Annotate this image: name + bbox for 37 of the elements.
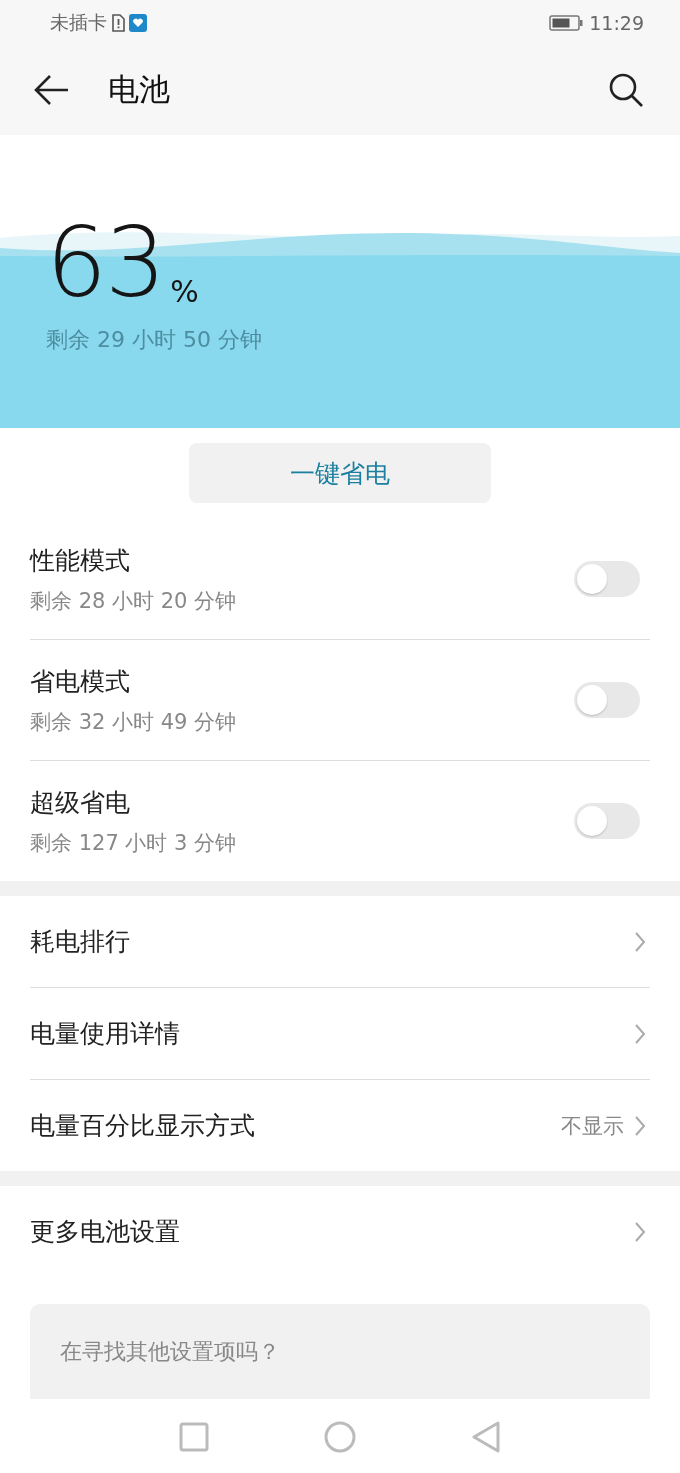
suggestion-text: 在寻找其他设置项吗？ [60, 1337, 280, 1366]
app-notification-icon [129, 13, 147, 32]
battery-percent: 63 [46, 215, 165, 311]
settings-row[interactable]: 电量百分比显示方式 不显示 [30, 1080, 650, 1171]
back-icon[interactable] [471, 1420, 501, 1453]
chevron-icon [634, 1220, 646, 1243]
mode-title: 省电模式 [30, 665, 131, 698]
chevron-icon [634, 1022, 646, 1045]
mode-title: 超级省电 [30, 786, 131, 819]
remaining-time: 剩余 29 小时 50 分钟 [46, 326, 263, 354]
row-label: 耗电排行 [30, 926, 130, 958]
sim-alert-icon [111, 13, 125, 32]
row-label: 电量使用详情 [30, 1018, 180, 1050]
page-title: 电池 [108, 70, 171, 109]
toggle-switch[interactable] [574, 561, 640, 597]
toggle-switch[interactable] [574, 803, 640, 839]
battery-icon [549, 14, 584, 31]
power-save-button[interactable]: 一键省电 [189, 443, 491, 503]
carrier-text: 未插卡 [50, 9, 107, 35]
recent-apps-icon[interactable] [179, 1421, 209, 1452]
mode-remaining: 剩余 127 小时 3 分钟 [30, 829, 237, 857]
home-icon[interactable] [324, 1420, 356, 1453]
mode-remaining: 剩余 32 小时 49 分钟 [30, 708, 237, 736]
mode-remaining: 剩余 28 小时 20 分钟 [30, 587, 237, 615]
chevron-icon [634, 1114, 646, 1137]
row-label: 更多电池设置 [30, 1216, 180, 1248]
settings-row[interactable]: 耗电排行 [30, 896, 650, 988]
row-label: 电量百分比显示方式 [30, 1110, 255, 1142]
percent-sign: % [170, 274, 199, 309]
toggle-switch[interactable] [574, 682, 640, 718]
mode-title: 性能模式 [30, 544, 131, 577]
back-arrow-icon[interactable] [34, 74, 70, 106]
search-icon[interactable] [608, 72, 644, 108]
row-value: 不显示 [561, 1112, 624, 1140]
chevron-icon [634, 930, 646, 953]
clock-time: 11:29 [589, 11, 644, 34]
settings-row[interactable]: 电量使用详情 [30, 988, 650, 1080]
